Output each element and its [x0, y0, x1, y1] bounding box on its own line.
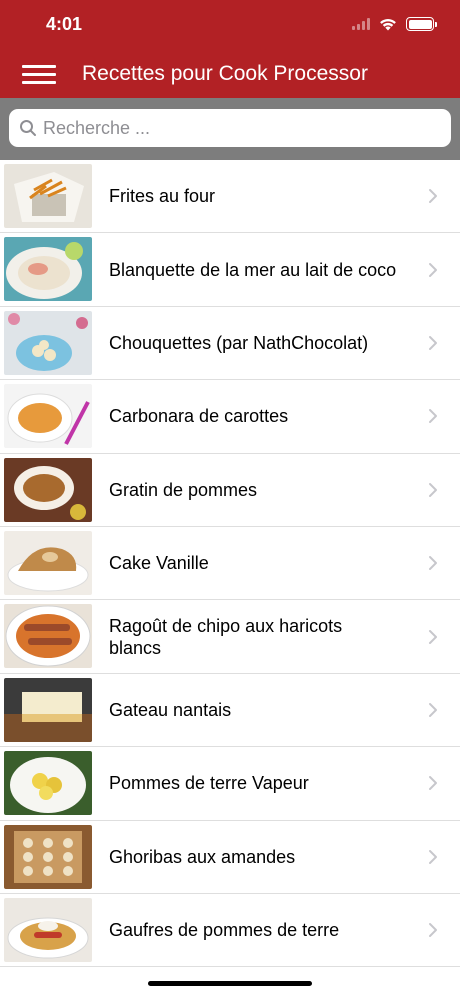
recipe-thumbnail: [4, 457, 92, 522]
recipe-title: Gateau nantais: [109, 699, 232, 720]
recipe-thumbnail: [4, 310, 92, 375]
recipe-list-item[interactable]: Frites au four: [0, 160, 460, 234]
hamburger-menu-icon[interactable]: [22, 62, 56, 86]
chevron-right-icon: [429, 262, 437, 277]
recipe-list: Frites au four Blanquette de la mer au l…: [0, 160, 460, 968]
status-icons: [352, 16, 437, 32]
page-title: Recettes pour Cook Processor: [82, 62, 368, 85]
recipe-title: Ghoribas aux amandes: [109, 846, 296, 867]
recipe-list-item[interactable]: Gratin de pommes: [0, 453, 460, 527]
recipe-list-item[interactable]: Chouquettes (par NathChocolat): [0, 306, 460, 381]
chevron-right-icon: [429, 849, 437, 864]
status-time: 4:01: [46, 14, 83, 34]
recipe-thumbnail: [4, 604, 92, 669]
recipe-title: Blanquette de la mer au lait de coco: [109, 259, 397, 280]
recipe-thumbnail: [4, 384, 92, 449]
recipe-title: Carbonara de carottes: [109, 406, 289, 427]
chevron-right-icon: [429, 189, 437, 204]
recipe-title: Cake Vanille: [109, 553, 209, 574]
recipe-title: Gratin de pommes: [109, 479, 258, 500]
recipe-list-item[interactable]: Gaufres de pommes de terre: [0, 893, 460, 968]
chevron-right-icon: [429, 629, 437, 644]
recipe-list-item[interactable]: Cake Vanille: [0, 526, 460, 601]
recipe-title: Frites au four: [109, 186, 216, 207]
recipe-thumbnail: [4, 824, 92, 889]
home-indicator[interactable]: [148, 981, 312, 986]
recipe-title: Gaufres de pommes de terre: [109, 920, 340, 941]
status-bar: 4:01: [0, 0, 460, 50]
recipe-list-item[interactable]: Ragoût de chipo aux haricots blancs: [0, 600, 460, 674]
recipe-list-item[interactable]: Pommes de terre Vapeur: [0, 747, 460, 821]
recipe-list-item[interactable]: Carbonara de carottes: [0, 380, 460, 454]
recipe-list-item[interactable]: Ghoribas aux amandes: [0, 820, 460, 894]
chevron-right-icon: [429, 776, 437, 791]
recipe-title: Pommes de terre Vapeur: [109, 773, 309, 794]
navigation-bar: Recettes pour Cook Processor: [0, 50, 460, 98]
chevron-right-icon: [429, 923, 437, 938]
search-bar: [0, 98, 460, 160]
search-icon: [20, 120, 36, 136]
recipe-thumbnail: [4, 751, 92, 816]
battery-icon: [406, 17, 437, 31]
recipe-thumbnail: [4, 164, 92, 228]
wifi-icon: [380, 19, 396, 31]
recipe-thumbnail: [4, 677, 92, 742]
search-input[interactable]: [43, 117, 423, 139]
chevron-right-icon: [429, 409, 437, 424]
recipe-thumbnail: [4, 237, 92, 302]
chevron-right-icon: [429, 556, 437, 571]
recipe-thumbnail: [4, 530, 92, 595]
cellular-signal-icon: [352, 18, 370, 30]
recipe-thumbnail: [4, 897, 92, 962]
recipe-title: Chouquettes (par NathChocolat): [109, 332, 369, 353]
chevron-right-icon: [429, 335, 437, 350]
app-header: 4:01 Recettes pour Cook Processor: [0, 0, 460, 98]
chevron-right-icon: [429, 702, 437, 717]
search-field[interactable]: [9, 109, 451, 147]
recipe-list-item[interactable]: Gateau nantais: [0, 673, 460, 748]
recipe-list-item[interactable]: Blanquette de la mer au lait de coco: [0, 233, 460, 307]
recipe-title: Ragoût de chipo aux haricots blancs: [109, 615, 343, 658]
chevron-right-icon: [429, 482, 437, 497]
